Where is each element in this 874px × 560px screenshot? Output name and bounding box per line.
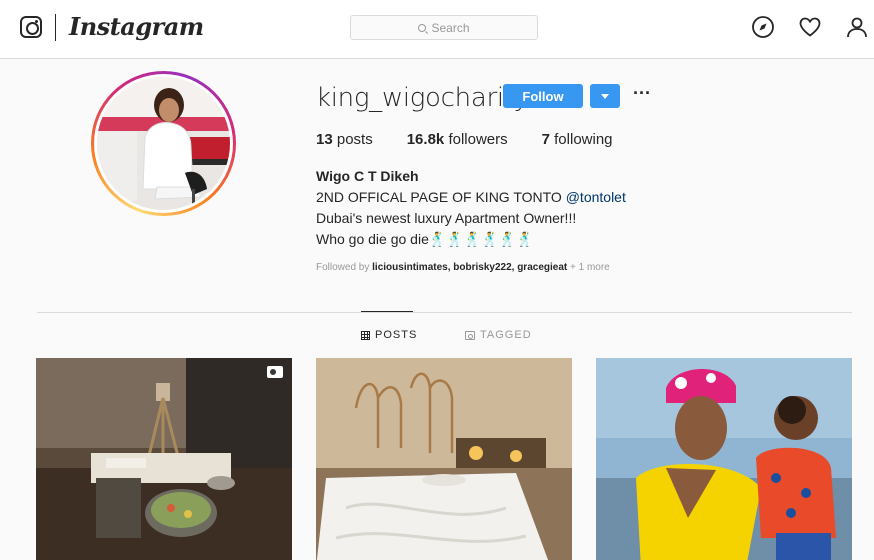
search-icon bbox=[418, 23, 427, 32]
tab-tagged[interactable]: TAGGED bbox=[465, 329, 532, 341]
explore-compass-icon[interactable] bbox=[751, 15, 775, 39]
follow-button[interactable]: Follow bbox=[503, 84, 583, 108]
post-thumbnail[interactable] bbox=[316, 358, 572, 560]
search-placeholder: Search bbox=[431, 20, 470, 35]
profile-avatar bbox=[97, 77, 230, 210]
search-input[interactable]: Search bbox=[350, 15, 538, 40]
post-thumbnail[interactable] bbox=[596, 358, 852, 560]
post-image-mother-and-child bbox=[596, 358, 852, 560]
post-image-dining bbox=[36, 358, 292, 560]
instagram-camera-icon[interactable] bbox=[20, 16, 42, 38]
top-navigation-bar: Instagram Search bbox=[0, 0, 874, 59]
tagged-photo-icon bbox=[465, 330, 475, 340]
tabs-divider bbox=[37, 312, 852, 313]
profile-bio: Wigo C T Dikeh 2ND OFFICAL PAGE OF KING … bbox=[316, 166, 626, 250]
profile-person-icon[interactable] bbox=[845, 15, 869, 39]
suggestions-dropdown-button[interactable] bbox=[590, 84, 620, 108]
instagram-wordmark[interactable]: Instagram bbox=[69, 12, 204, 41]
profile-stats: 13 posts 16.8k followers 7 following bbox=[316, 131, 647, 148]
active-tab-indicator bbox=[361, 311, 413, 312]
grid-icon bbox=[361, 330, 370, 340]
post-image-bedroom bbox=[316, 358, 572, 560]
posts-count-stat: 13 posts bbox=[316, 131, 373, 148]
logo-divider bbox=[55, 14, 56, 41]
profile-username: king_wigocharity bbox=[316, 83, 529, 113]
post-thumbnail[interactable] bbox=[36, 358, 292, 560]
bio-line-2: Dubai's newest luxury Apartment Owner!!! bbox=[316, 210, 577, 226]
more-options-icon[interactable]: ··· bbox=[633, 84, 651, 102]
bio-line-3: Who go die go die🕺🕺🕺🕺🕺🕺 bbox=[316, 231, 534, 247]
profile-full-name: Wigo C T Dikeh bbox=[316, 168, 419, 184]
profile-avatar-ring[interactable] bbox=[91, 71, 236, 216]
activity-heart-icon[interactable] bbox=[798, 15, 822, 39]
following-count-stat[interactable]: 7 following bbox=[542, 131, 613, 148]
tab-posts[interactable]: POSTS bbox=[361, 329, 417, 341]
followers-count-stat[interactable]: 16.8k followers bbox=[407, 131, 508, 148]
bio-line-1: 2ND OFFICAL PAGE OF KING TONTO @tontolet bbox=[316, 189, 626, 205]
followed-by-text[interactable]: Followed by liciousintimates, bobrisky22… bbox=[316, 262, 610, 273]
bio-mention-link[interactable]: @tontolet bbox=[566, 189, 626, 205]
